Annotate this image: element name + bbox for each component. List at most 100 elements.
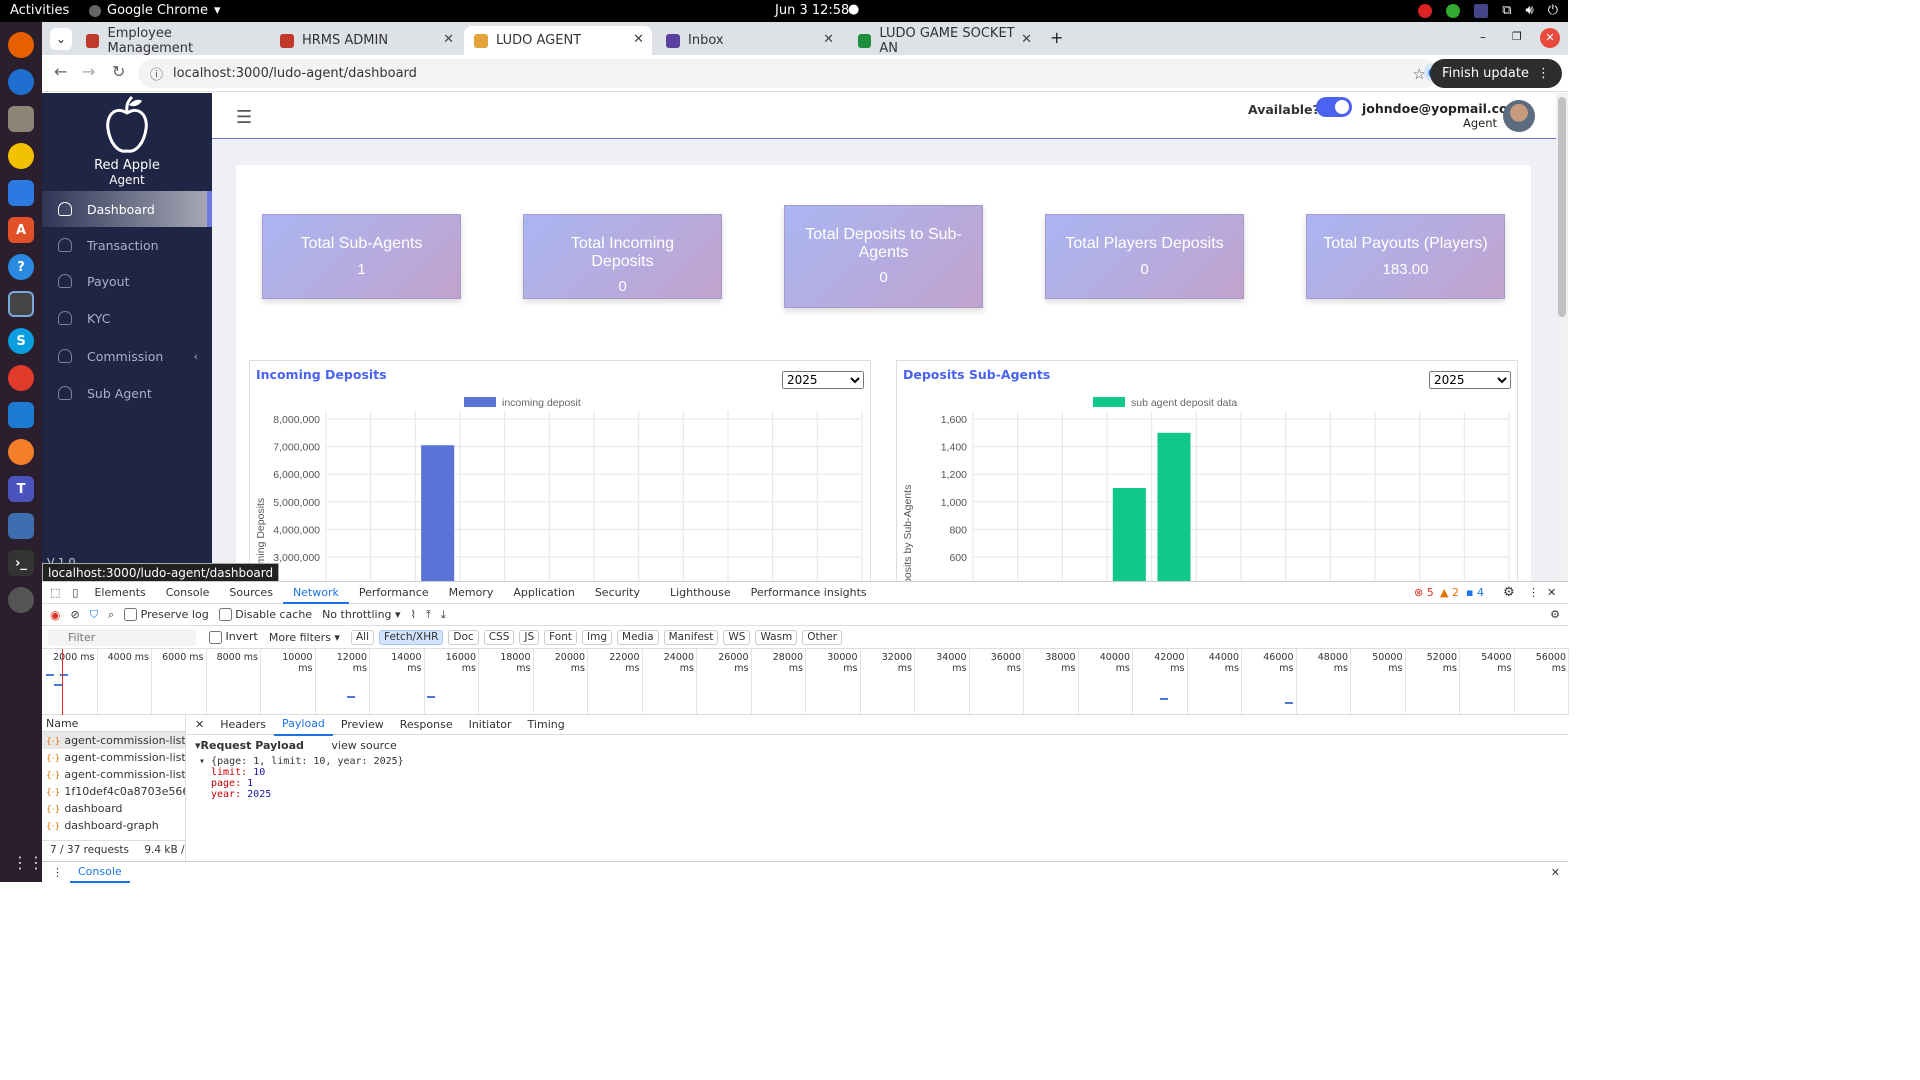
terminal-icon[interactable]: ›_ <box>8 550 34 576</box>
device-toolbar-icon[interactable]: ▯ <box>66 586 84 599</box>
filter-other[interactable]: Other <box>802 629 843 645</box>
sidebar-item-commission[interactable]: Commission ‹ <box>42 338 212 374</box>
teams-icon[interactable]: T <box>8 476 34 502</box>
rhythmbox-icon[interactable] <box>8 143 34 169</box>
filter-doc[interactable]: Doc <box>448 629 479 645</box>
filter-fetch-xhr[interactable]: Fetch/XHR <box>379 629 444 645</box>
new-tab-icon[interactable]: + <box>1050 28 1063 47</box>
filter-ws[interactable]: WS <box>723 629 751 645</box>
brand-logo[interactable]: Red Apple Agent <box>42 93 212 187</box>
request-row[interactable]: {·} dashboard-graph <box>42 817 185 834</box>
firefox-icon[interactable] <box>8 32 34 58</box>
more-filters-dropdown[interactable]: More filters ▾ <box>269 631 340 644</box>
devtools-tab-security[interactable]: Security <box>585 582 650 604</box>
request-row[interactable]: {·} dashboard <box>42 800 185 817</box>
writer-icon[interactable] <box>8 180 34 206</box>
detail-tab-timing[interactable]: Timing <box>520 715 573 735</box>
detail-tab-headers[interactable]: Headers <box>212 715 274 735</box>
search-icon[interactable]: ⌕ <box>108 608 114 622</box>
volume-icon[interactable]: 🔊︎ <box>1526 3 1534 18</box>
shield-tray-icon[interactable] <box>1446 3 1461 18</box>
drawer-close-icon[interactable]: ✕ <box>1551 866 1560 879</box>
app-menu[interactable]: Google Chrome ▾ <box>89 3 221 18</box>
updater-icon[interactable] <box>8 587 34 613</box>
apple-app-icon[interactable] <box>8 365 34 391</box>
availability-toggle[interactable] <box>1316 97 1352 117</box>
clock[interactable]: Jun 3 12:58 <box>775 3 849 18</box>
filter-wasm[interactable]: Wasm <box>755 629 798 645</box>
detail-tab-preview[interactable]: Preview <box>333 715 392 735</box>
request-row[interactable]: {·} agent-commission-list <box>42 766 185 783</box>
text-editor-icon[interactable] <box>8 513 34 539</box>
settings-gear-icon[interactable]: ⚙ <box>1503 585 1515 600</box>
chrome-dock-icon[interactable] <box>8 291 34 317</box>
filter-input[interactable]: Filter <box>48 628 196 646</box>
finish-update-button[interactable]: Finish update ⋮ <box>1430 59 1562 88</box>
activities-button[interactable]: Activities <box>10 3 69 18</box>
app-tray-icon[interactable] <box>1418 3 1433 18</box>
filter-js[interactable]: JS <box>519 629 540 645</box>
drawer-tab-console[interactable]: Console <box>70 863 130 883</box>
forward-icon[interactable]: → <box>82 62 95 81</box>
clear-icon[interactable]: ⊘ <box>70 608 79 621</box>
close-icon[interactable]: ✕ <box>633 32 644 47</box>
filter-media[interactable]: Media <box>617 629 659 645</box>
thunderbird-icon[interactable] <box>8 69 34 95</box>
name-column-header[interactable]: Name <box>42 715 185 732</box>
devtools-tab-performance-insights[interactable]: Performance insights <box>741 582 877 604</box>
export-har-icon[interactable]: ⤓ <box>441 608 446 622</box>
devtools-tab-network[interactable]: Network <box>282 582 349 604</box>
restore-icon[interactable]: ❐ <box>1512 30 1522 43</box>
message-count-badge[interactable]: ▪ 4 <box>1466 586 1484 599</box>
hamburger-menu-icon[interactable]: ☰ <box>236 107 252 128</box>
record-icon[interactable]: ◉ <box>50 608 60 622</box>
inspect-element-icon[interactable]: ⬚ <box>42 586 66 599</box>
checkbox[interactable] <box>209 630 222 644</box>
address-bar[interactable]: ⓘ localhost:3000/ludo-agent/dashboard ☆ <box>138 59 1438 88</box>
reload-icon[interactable]: ↻ <box>112 62 125 81</box>
detail-tab-response[interactable]: Response <box>392 715 461 735</box>
request-row[interactable]: {·} agent-commission-list <box>42 732 185 749</box>
year-select[interactable]: 2025 <box>782 371 864 389</box>
throttling-select[interactable]: No throttling ▾ <box>322 608 400 621</box>
year-select[interactable]: 2025 <box>1429 371 1511 389</box>
filter-css[interactable]: CSS <box>483 629 515 645</box>
page-scrollbar[interactable] <box>1556 93 1568 581</box>
devtools-tab-console[interactable]: Console <box>156 582 220 604</box>
devtools-tab-sources[interactable]: Sources <box>219 582 283 604</box>
filter-font[interactable]: Font <box>544 629 578 645</box>
help-icon[interactable]: ? <box>8 254 34 280</box>
filter-icon[interactable]: ⛉ <box>90 608 98 622</box>
close-icon[interactable]: ✕ <box>823 32 834 47</box>
system-tray[interactable]: ⧉ 🔊︎ ⏻ <box>1418 3 1558 18</box>
software-icon[interactable]: A <box>8 217 34 243</box>
window-close-icon[interactable]: ✕ <box>1540 28 1560 48</box>
tab-hrms-admin[interactable]: HRMS ADMIN ✕ <box>270 26 462 55</box>
network-conditions-icon[interactable]: ⌇ <box>411 608 416 621</box>
scrollbar-thumb[interactable] <box>1558 97 1566 317</box>
payload-object-toggle[interactable]: ▾ {page: 1, limit: 10, year: 2025} <box>195 756 1560 767</box>
kebab-menu-icon[interactable]: ⋮ <box>1537 66 1550 81</box>
request-row[interactable]: {·}1f10def4c0a8703e566... <box>42 783 185 800</box>
filter-manifest[interactable]: Manifest <box>663 629 719 645</box>
sidebar-item-kyc[interactable]: KYC <box>42 300 212 336</box>
checkbox[interactable] <box>124 608 138 622</box>
devtools-tab-performance[interactable]: Performance <box>349 582 439 604</box>
drawer-menu-icon[interactable]: ⋮ <box>52 866 63 879</box>
tab-ludo-agent[interactable]: LUDO AGENT ✕ <box>464 26 652 55</box>
user-info[interactable]: johndoe@yopmail.com Agent <box>1362 101 1521 130</box>
network-icon[interactable]: ⧉ <box>1502 3 1511 18</box>
request-payload-title[interactable]: ▾Request Payload <box>195 739 304 752</box>
back-icon[interactable]: ← <box>54 62 67 81</box>
tab-inbox[interactable]: Inbox ✕ <box>656 26 842 55</box>
import-har-icon[interactable]: ⤒ <box>426 608 431 622</box>
close-icon[interactable]: ✕ <box>443 32 454 47</box>
sidebar-item-sub-agent[interactable]: Sub Agent <box>42 375 212 411</box>
devtools-tab-memory[interactable]: Memory <box>439 582 504 604</box>
avatar[interactable] <box>1503 100 1535 132</box>
teams-tray-icon[interactable] <box>1474 3 1489 18</box>
sidebar-item-dashboard[interactable]: Dashboard <box>42 191 212 227</box>
power-icon[interactable]: ⏻ <box>1548 3 1558 18</box>
detail-tab-initiator[interactable]: Initiator <box>461 715 520 735</box>
filter-all[interactable]: All <box>350 629 374 645</box>
